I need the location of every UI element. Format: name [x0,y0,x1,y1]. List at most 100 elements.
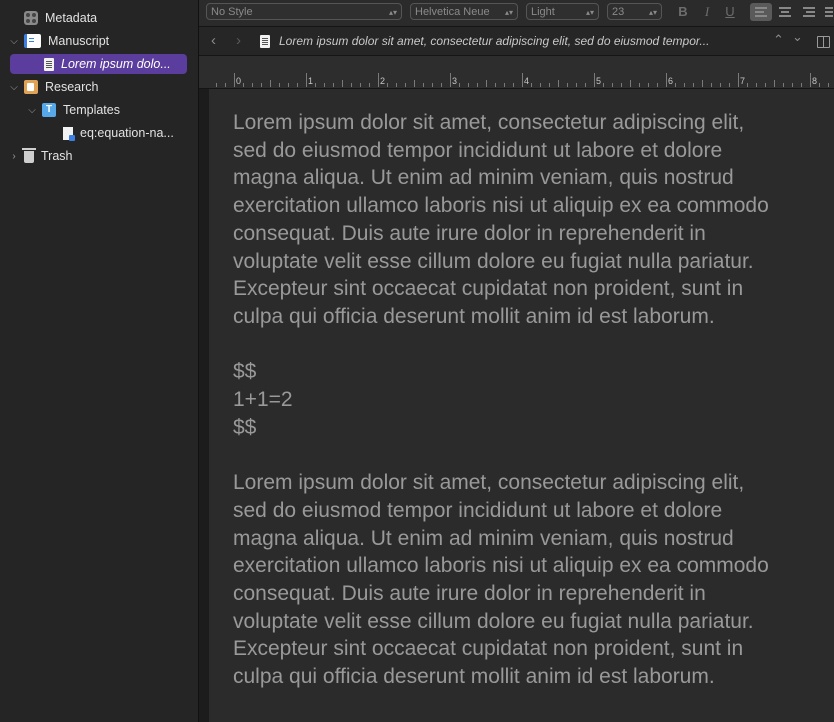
align-center-button[interactable] [774,3,796,21]
text-line: consequat. Duis aute irure dolor in repr… [233,581,706,605]
ruler-tick [450,73,451,87]
font-weight-select[interactable]: Light ▴▾ [526,3,599,20]
ruler-number: 8 [812,76,818,86]
research-folder-icon [24,80,38,94]
manuscript-icon [24,34,41,48]
italic-button[interactable]: I [698,4,716,20]
text-line: sed do eiusmod tempor incididunt ut labo… [233,498,723,522]
text-line: Excepteur sint occaecat cupidatat non pr… [233,637,744,661]
font-family-value: Helvetica Neue [415,6,490,18]
ruler-tick [675,83,676,87]
editor-header-bar: ‹ › Lorem ipsum dolor sit amet, consecte… [199,27,834,56]
ruler-tick [567,83,568,87]
binder-item-research[interactable]: ⌵ Research [8,77,188,97]
ruler-tick [243,83,244,87]
previous-document-button[interactable]: ⌃ [773,32,784,48]
ruler-tick [711,83,712,87]
ruler-tick [783,83,784,87]
ruler-tick [387,83,388,87]
ruler-tick [531,83,532,87]
ruler-tick [486,80,487,87]
text-line: sed do eiusmod tempor incididunt ut labo… [233,138,723,162]
ruler-tick [747,83,748,87]
font-size-select[interactable]: 23 ▴▾ [607,3,662,20]
ruler-tick [657,83,658,87]
text-line: voluptate velit esse cillum dolore eu fu… [233,609,754,633]
ruler-tick [360,83,361,87]
ruler-tick [558,80,559,87]
text-line: voluptate velit esse cillum dolore eu fu… [233,249,754,273]
ruler-tick [621,83,622,87]
binder-item-templates[interactable]: ⌵ T Templates [8,100,188,120]
font-family-select[interactable]: Helvetica Neue ▴▾ [410,3,518,20]
ruler-number: 2 [380,76,386,86]
binder-item-equation-template[interactable]: eq:equation-na... [8,123,188,143]
ruler-tick [288,83,289,87]
ruler-tick [459,83,460,87]
bold-button[interactable]: B [674,4,692,19]
underline-button[interactable]: U [721,4,739,19]
ruler-tick [792,83,793,87]
next-document-button[interactable]: ⌄ [792,29,803,45]
chevron-down-icon[interactable]: ⌵ [26,105,38,116]
ruler-tick [612,83,613,87]
chevron-down-icon[interactable]: ⌵ [8,36,20,47]
binder-item-label: Manuscript [48,34,110,48]
text-line: Excepteur sint occaecat cupidatat non pr… [233,277,744,301]
binder-item-manuscript[interactable]: ⌵ Manuscript [8,31,188,51]
ruler-tick [504,83,505,87]
ruler-number: 7 [740,76,746,86]
ruler-tick [495,83,496,87]
ruler-tick [666,73,667,87]
ruler-tick [801,83,802,87]
ruler-tick [252,83,253,87]
select-arrows-icon: ▴▾ [504,8,513,17]
ruler-tick [765,83,766,87]
ruler[interactable]: 0 1 2 3 4 5 6 7 8 [199,56,834,89]
align-right-button[interactable] [798,3,820,21]
ruler-tick [756,83,757,87]
ruler-tick [819,83,820,87]
text-line: consequat. Duis aute irure dolor in repr… [233,221,706,245]
document-icon [44,57,54,71]
ruler-tick [306,73,307,87]
binder-item-label: Trash [41,149,73,163]
ruler-tick [540,83,541,87]
document-text[interactable]: Lorem ipsum dolor sit amet, consectetur … [233,109,823,691]
ruler-tick [828,83,829,87]
metadata-icon [24,11,38,25]
equation-line: $$ [233,415,257,439]
forward-button[interactable]: › [236,32,241,49]
back-button[interactable]: ‹ [211,32,216,49]
ruler-tick [297,83,298,87]
chevron-down-icon[interactable]: ⌵ [8,82,20,93]
ruler-tick [630,80,631,87]
chevron-right-icon[interactable]: › [8,151,20,162]
ruler-tick [603,83,604,87]
text-line: Lorem ipsum dolor sit amet, consectetur … [233,111,745,134]
binder-item-trash[interactable]: › Trash [8,146,188,166]
text-line: culpa qui officia deserunt mollit anim i… [233,665,715,689]
text-line: magna aliqua. Ut enim ad minim veniam, q… [233,166,734,190]
font-weight-value: Light [531,6,555,18]
ruler-tick [234,73,235,87]
align-justify-button[interactable] [822,3,834,21]
paragraph-style-value: No Style [211,6,253,18]
ruler-tick [774,80,775,87]
binder-item-metadata[interactable]: Metadata [8,8,188,28]
ruler-tick [351,83,352,87]
split-editor-icon[interactable] [817,36,830,48]
ruler-tick [576,83,577,87]
ruler-tick [405,83,406,87]
ruler-tick [648,83,649,87]
ruler-tick [720,83,721,87]
binder-item-lorem-document[interactable]: Lorem ipsum dolo... [10,54,187,74]
ruler-number: 0 [236,76,242,86]
paragraph-style-select[interactable]: No Style ▴▾ [206,3,402,20]
text-line: magna aliqua. Ut enim ad minim veniam, q… [233,526,734,550]
align-left-button[interactable] [750,3,772,21]
ruler-tick [216,83,217,87]
format-bar: No Style ▴▾ Helvetica Neue ▴▾ Light ▴▾ 2… [199,0,834,27]
